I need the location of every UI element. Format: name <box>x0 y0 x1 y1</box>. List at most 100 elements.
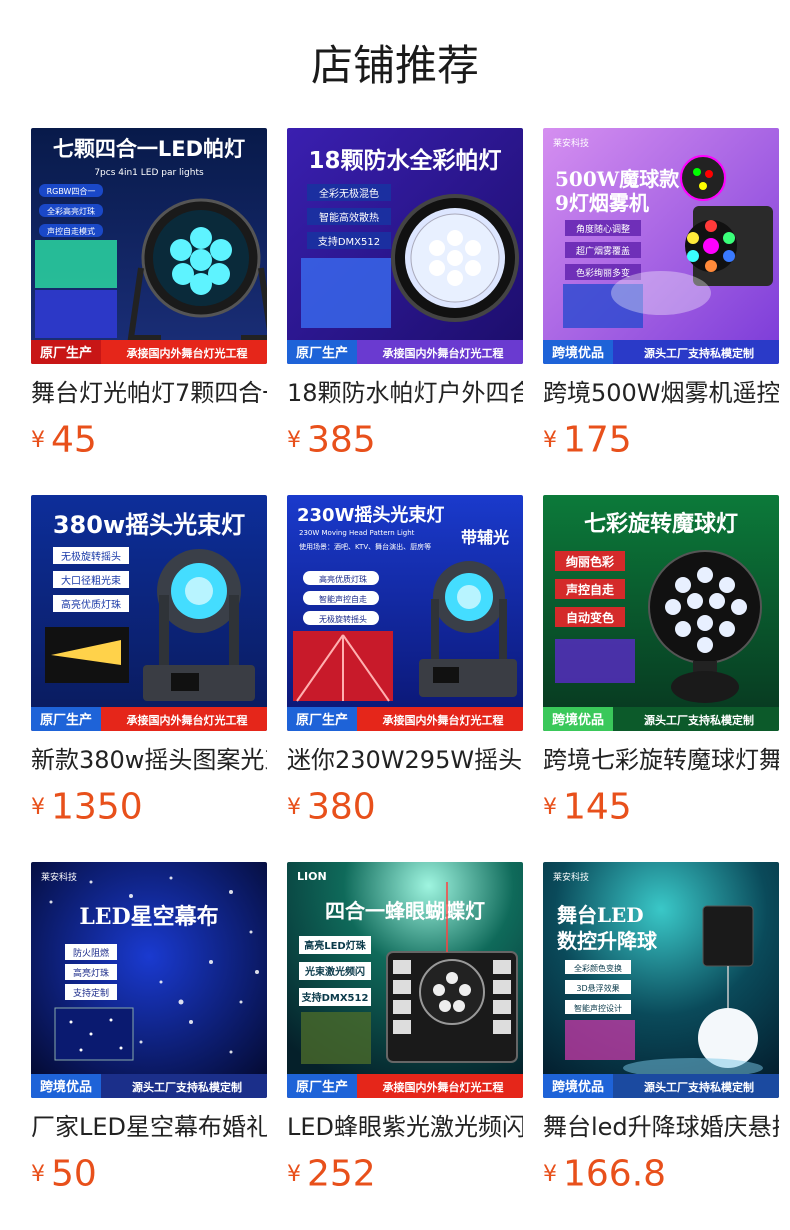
product-card[interactable]: 380w摇头光束灯 无极旋转摇头 大口径粗光束 高亮优质灯珠 原厂生产 承接国内… <box>31 495 267 829</box>
badge-label: 原厂生产 <box>296 345 348 361</box>
feature-tag: 声控自走 <box>565 582 614 597</box>
feature-tag: 智能声控设计 <box>574 1003 622 1013</box>
slogan-text: 源头工厂支持私模定制 <box>132 1080 242 1094</box>
feature-list: 防火阻燃 高亮灯珠 支持定制 <box>65 944 117 1000</box>
slogan-text: 承接国内外舞台灯光工程 <box>383 713 504 727</box>
product-price: ¥380 <box>287 785 523 829</box>
image-title: 230W摇头光束灯 <box>297 504 444 526</box>
feature-list: 全彩颜色变换 3D悬浮效果 智能声控设计 <box>565 960 631 1014</box>
product-image[interactable]: 230W摇头光束灯 230W Moving Head Pattern Light… <box>287 495 523 731</box>
product-image[interactable]: 莱安科技 500W魔球款 9灯烟雾机 角度随心调整 超广烟雾覆盖 色彩绚丽多变 <box>543 128 779 364</box>
currency-symbol: ¥ <box>543 1161 557 1187</box>
badge-label: 原厂生产 <box>296 1079 348 1095</box>
image-title: LED星空幕布 <box>79 904 218 930</box>
product-name[interactable]: 18颗防水帕灯户外四合一全彩 <box>287 376 523 410</box>
product-name[interactable]: 舞台灯光帕灯7颗四合一LED帕灯 <box>31 376 267 410</box>
price-value: 385 <box>307 419 376 461</box>
product-name[interactable]: 厂家LED星空幕布婚礼舞台背景 <box>31 1110 267 1144</box>
product-card[interactable]: 18颗防水全彩帕灯 全彩无极混色 智能高效散热 支持DMX512 原厂生产 承接… <box>287 128 523 462</box>
currency-symbol: ¥ <box>543 427 557 453</box>
feature-list: 绚丽色彩 声控自走 自动变色 <box>555 551 625 627</box>
currency-symbol: ¥ <box>287 1161 301 1187</box>
feature-tag: 高亮优质灯珠 <box>61 598 121 611</box>
slogan-text: 源头工厂支持私模定制 <box>644 346 754 360</box>
feature-tag: RGBW四合一 <box>47 186 96 196</box>
badge-label: 跨境优品 <box>552 712 604 728</box>
star-curtain-icon <box>54 1007 134 1061</box>
product-price: ¥1350 <box>31 785 267 829</box>
product-price: ¥45 <box>31 418 267 462</box>
product-card[interactable]: 莱安科技 500W魔球款 9灯烟雾机 角度随心调整 超广烟雾覆盖 色彩绚丽多变 <box>543 128 779 462</box>
feature-tag: 超广烟雾覆盖 <box>576 245 630 257</box>
product-card[interactable]: 七颗四合一LED帕灯 7pcs 4in1 LED par lights RGBW… <box>31 128 267 462</box>
feature-list: 高亮LED灯珠 光束激光频闪 支持DMX512 <box>299 936 371 1006</box>
product-card[interactable]: LION 四合一蜂眼蝴蝶灯 高亮LED灯珠 光束激光频闪 支持DMX512 原厂… <box>287 862 523 1196</box>
product-name[interactable]: LED蜂眼紫光激光频闪四合一 <box>287 1110 523 1144</box>
currency-symbol: ¥ <box>543 794 557 820</box>
image-subtitle: 7pcs 4in1 LED par lights <box>94 168 204 178</box>
slogan-text: 源头工厂支持私模定制 <box>644 713 754 727</box>
feature-list: 高亮优质灯珠 智能声控自走 无极旋转摇头 <box>303 571 379 625</box>
product-price: ¥175 <box>543 418 779 462</box>
product-image[interactable]: 莱安科技 LED星空幕布 防火阻燃 高亮灯珠 支持定制 跨境优品 源头工厂支持私… <box>31 862 267 1098</box>
feature-tag: 支持定制 <box>73 987 109 999</box>
product-name[interactable]: 迷你230W295W摇头光束灯 <box>287 743 523 777</box>
slogan-text: 承接国内外舞台灯光工程 <box>127 713 248 727</box>
product-card[interactable]: 莱安科技 LED星空幕布 防火阻燃 高亮灯珠 支持定制 跨境优品 源头工厂支持私… <box>31 862 267 1196</box>
product-card[interactable]: 莱安科技 舞台LED 数控升降球 全彩颜色变换 3D悬浮效果 智能声控设计 跨境… <box>543 862 779 1196</box>
product-image[interactable]: 七彩旋转魔球灯 绚丽色彩 声控自走 自动变色 跨境优品 源头工厂支持私模定制 <box>543 495 779 731</box>
image-subtitle: 9灯烟雾机 <box>555 191 649 215</box>
feature-tag: 绚丽色彩 <box>566 554 614 569</box>
image-title: 18颗防水全彩帕灯 <box>308 147 501 174</box>
feature-tag: 无极旋转摇头 <box>319 614 367 624</box>
feature-list: 角度随心调整 超广烟雾覆盖 色彩绚丽多变 <box>565 220 641 280</box>
feature-tag: 声控自走模式 <box>47 226 95 236</box>
usage-text: 使用场景：酒吧、KTV、舞台演出、厨房等 <box>299 542 431 551</box>
currency-symbol: ¥ <box>31 794 45 820</box>
feature-tag: 防火阻燃 <box>73 947 109 959</box>
product-name[interactable]: 跨境500W烟雾机遥控魔球款 <box>543 376 779 410</box>
image-title: 舞台LED <box>557 903 644 927</box>
image-title: 七颗四合一LED帕灯 <box>53 137 245 161</box>
feature-tag: 光束激光频闪 <box>304 965 365 978</box>
feature-tag: 自动变色 <box>566 610 614 625</box>
product-image[interactable]: 莱安科技 舞台LED 数控升降球 全彩颜色变换 3D悬浮效果 智能声控设计 跨境… <box>543 862 779 1098</box>
product-name[interactable]: 新款380w摇头图案光束灯 <box>31 743 267 777</box>
product-image[interactable]: LION 四合一蜂眼蝴蝶灯 高亮LED灯珠 光束激光频闪 支持DMX512 原厂… <box>287 862 523 1098</box>
brand-logo: 莱安科技 <box>41 871 77 883</box>
product-card[interactable]: 230W摇头光束灯 230W Moving Head Pattern Light… <box>287 495 523 829</box>
feature-tag: 支持DMX512 <box>301 991 369 1004</box>
price-value: 145 <box>563 786 632 828</box>
product-image[interactable]: 380w摇头光束灯 无极旋转摇头 大口径粗光束 高亮优质灯珠 原厂生产 承接国内… <box>31 495 267 731</box>
product-image[interactable]: 18颗防水全彩帕灯 全彩无极混色 智能高效散热 支持DMX512 原厂生产 承接… <box>287 128 523 364</box>
image-title: 380w摇头光束灯 <box>53 511 245 539</box>
currency-symbol: ¥ <box>31 427 45 453</box>
feature-tag: 无极旋转摇头 <box>61 550 121 563</box>
price-value: 45 <box>51 419 97 461</box>
feature-tag: 大口径粗光束 <box>61 574 121 587</box>
product-image[interactable]: 七颗四合一LED帕灯 7pcs 4in1 LED par lights RGBW… <box>31 128 267 364</box>
feature-tag: 高亮灯珠 <box>73 967 109 979</box>
product-name[interactable]: 舞台led升降球婚庆悬挂 <box>543 1110 779 1144</box>
product-card[interactable]: 七彩旋转魔球灯 绚丽色彩 声控自走 自动变色 跨境优品 源头工厂支持私模定制 跨… <box>543 495 779 829</box>
product-price: ¥252 <box>287 1152 523 1196</box>
feature-tag: 高亮优质灯珠 <box>319 574 367 584</box>
brand-logo: 莱安科技 <box>553 871 589 883</box>
badge-label: 跨境优品 <box>40 1079 92 1095</box>
image-subtitle: 数控升降球 <box>557 929 658 953</box>
feature-tag: 3D悬浮效果 <box>576 983 619 993</box>
slogan-text: 承接国内外舞台灯光工程 <box>383 1080 504 1094</box>
price-value: 50 <box>51 1153 97 1195</box>
price-value: 166.8 <box>563 1153 667 1195</box>
feature-tag: 智能声控自走 <box>319 594 367 604</box>
feature-list: 全彩无极混色 智能高效散热 支持DMX512 <box>307 184 391 249</box>
feature-list: 无极旋转摇头 大口径粗光束 高亮优质灯珠 <box>53 547 129 612</box>
price-value: 252 <box>307 1153 376 1195</box>
currency-symbol: ¥ <box>287 427 301 453</box>
product-name[interactable]: 跨境七彩旋转魔球灯舞台灯 <box>543 743 779 777</box>
badge-label: 跨境优品 <box>552 345 604 361</box>
badge-label: 跨境优品 <box>552 1079 604 1095</box>
feature-tag: 高亮LED灯珠 <box>304 939 367 952</box>
badge-label: 原厂生产 <box>40 712 92 728</box>
feature-tag: 全彩无极混色 <box>319 187 379 200</box>
